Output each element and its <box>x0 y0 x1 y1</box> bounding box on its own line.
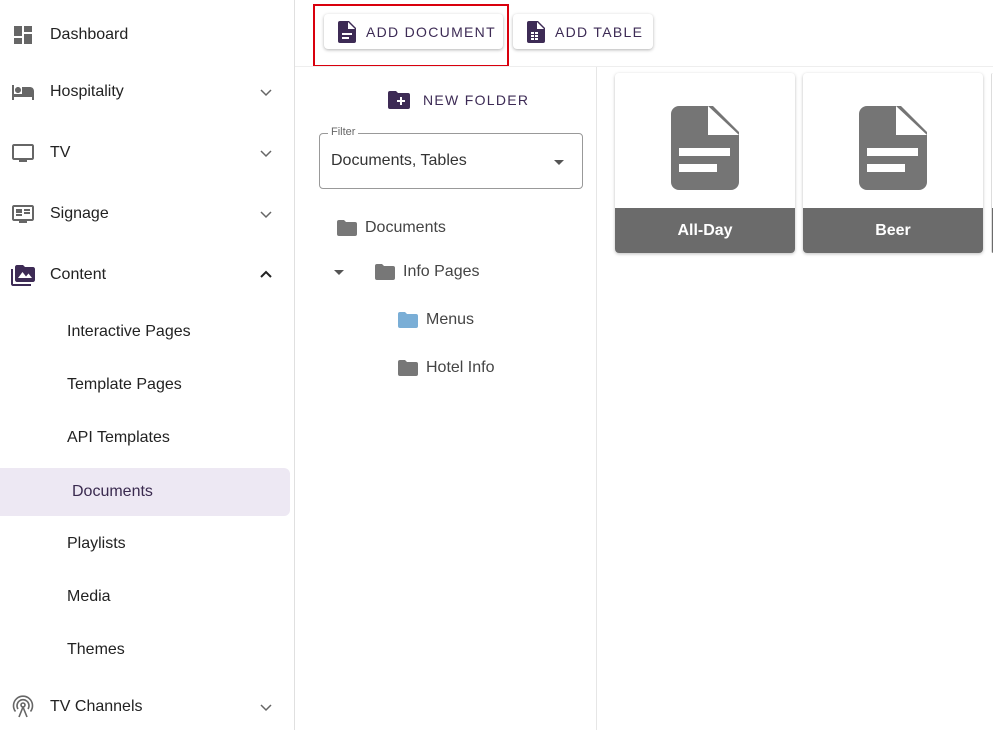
tree-item-info-pages[interactable]: Info Pages <box>375 258 480 286</box>
divider <box>295 66 993 67</box>
card-title: All-Day <box>615 208 795 253</box>
sidebar-item-label: Interactive Pages <box>67 323 191 340</box>
sidebar-item-label: Template Pages <box>67 376 182 393</box>
document-icon <box>671 106 739 190</box>
card-title: Beer <box>803 208 983 253</box>
sidebar-item-media[interactable]: Media <box>0 573 290 621</box>
sidebar-item-label: Signage <box>50 205 109 222</box>
sidebar-item-label: Media <box>67 588 111 605</box>
sidebar-item-label: TV Channels <box>50 698 143 715</box>
add-table-label: ADD TABLE <box>555 23 644 40</box>
dropdown-arrow-icon <box>554 160 564 165</box>
divider <box>596 67 597 730</box>
sidebar: Dashboard Hospitality TV Signage Content… <box>0 0 295 730</box>
highlight-box <box>313 4 509 67</box>
tree-item-label: Hotel Info <box>426 359 495 376</box>
tv-icon <box>12 144 34 162</box>
add-table-button[interactable]: ADD TABLE <box>513 14 653 49</box>
sidebar-item-label: Themes <box>67 641 125 658</box>
sidebar-item-label: API Templates <box>67 429 170 446</box>
tree-item-label: Documents <box>365 219 446 236</box>
folder-add-icon <box>388 91 410 109</box>
sidebar-item-tv[interactable]: TV <box>0 129 290 177</box>
folder-icon <box>398 360 418 376</box>
chevron-down-icon <box>260 89 272 97</box>
sidebar-item-label: TV <box>50 144 71 161</box>
document-icon <box>859 106 927 190</box>
new-folder-label: NEW FOLDER <box>423 92 530 108</box>
sidebar-item-hospitality[interactable]: Hospitality <box>0 68 290 116</box>
sidebar-item-api-templates[interactable]: API Templates <box>0 414 290 462</box>
sidebar-item-playlists[interactable]: Playlists <box>0 520 290 568</box>
sidebar-item-template-pages[interactable]: Template Pages <box>0 361 290 409</box>
collapse-arrow-icon[interactable] <box>334 270 344 275</box>
sidebar-item-dashboard[interactable]: Dashboard <box>0 11 290 59</box>
tree-item-hotel-info[interactable]: Hotel Info <box>398 354 494 382</box>
sidebar-item-interactive-pages[interactable]: Interactive Pages <box>0 308 290 356</box>
dashboard-icon <box>14 26 32 44</box>
new-folder-button[interactable]: NEW FOLDER <box>388 88 529 112</box>
filter-value: Documents, Tables <box>331 152 467 169</box>
signage-icon <box>12 205 34 223</box>
sidebar-item-label: Hospitality <box>50 83 124 100</box>
tree-item-label: Info Pages <box>403 263 480 280</box>
filter-select[interactable]: Filter Documents, Tables <box>319 126 583 189</box>
antenna-icon <box>12 695 34 718</box>
chevron-up-icon <box>260 270 272 278</box>
folder-icon <box>398 312 418 328</box>
chevron-down-icon <box>260 150 272 158</box>
tree-item-documents[interactable]: Documents <box>337 214 446 242</box>
sidebar-item-content[interactable]: Content <box>0 251 290 299</box>
sidebar-item-label: Dashboard <box>50 26 129 43</box>
bed-icon <box>12 85 34 100</box>
sidebar-item-tv-channels[interactable]: TV Channels <box>0 683 290 731</box>
sidebar-item-label: Playlists <box>67 535 126 552</box>
sidebar-item-themes[interactable]: Themes <box>0 626 290 674</box>
sidebar-item-label: Content <box>50 266 107 283</box>
tree-item-label: Menus <box>426 311 475 328</box>
chevron-down-icon <box>260 211 272 219</box>
folder-icon <box>337 220 357 236</box>
folder-icon <box>375 264 395 280</box>
table-document-icon <box>527 20 545 43</box>
sidebar-item-signage[interactable]: Signage <box>0 190 290 238</box>
tree-item-menus[interactable]: Menus <box>398 306 474 334</box>
sidebar-item-label: Documents <box>72 483 153 500</box>
document-card[interactable]: Beer <box>803 73 983 253</box>
document-card[interactable]: All-Day <box>615 73 795 253</box>
sidebar-item-documents[interactable]: Documents <box>0 468 290 516</box>
chevron-down-icon <box>260 704 272 712</box>
filter-label: Filter <box>328 126 359 138</box>
content-icon <box>11 265 35 286</box>
